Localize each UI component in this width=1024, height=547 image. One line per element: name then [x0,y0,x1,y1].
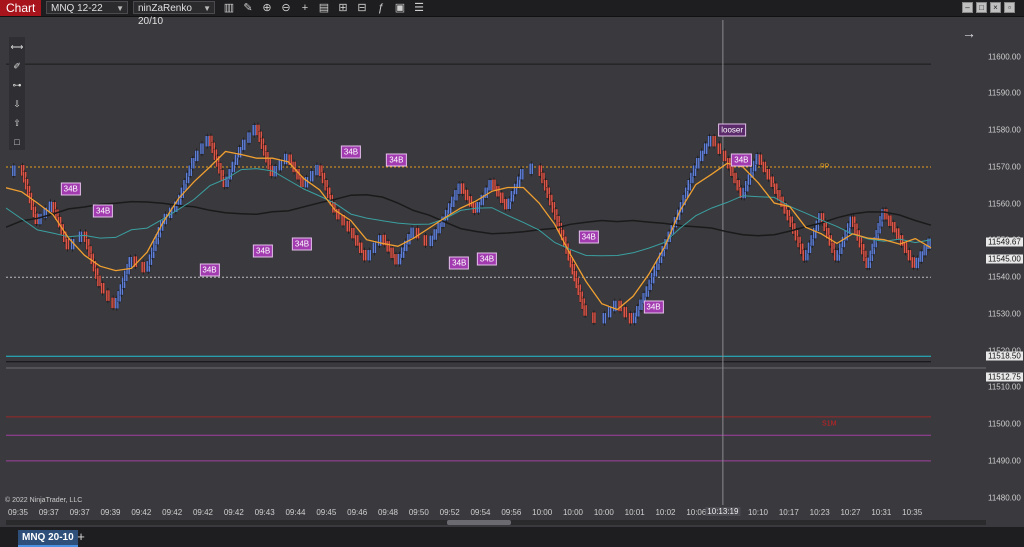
properties-icon[interactable]: ▤ [317,1,331,15]
time-tick-label: 09:43 [254,508,275,517]
price-tick-label: 11480.00 [988,493,1021,503]
time-tick-label: 10:23 [809,508,830,517]
price-tick-label: 11500.00 [988,419,1021,429]
ma-mid-line [6,168,932,257]
time-tick-label: 09:42 [162,508,183,517]
time-tick-label: 09:35 [7,508,29,517]
h-line-icon[interactable]: ⊶ [9,78,25,92]
scroll-right-icon[interactable]: → [962,25,976,41]
chevron-down-icon: ▼ [203,4,211,13]
time-tick-label: 10:10 [747,508,769,517]
signal-label: 34B [643,300,664,314]
maximize-button[interactable]: □ [976,2,987,13]
time-tick-label: 10:02 [655,508,676,517]
scrollbar-thumb[interactable] [447,520,511,525]
signal-label: 34B [253,244,274,258]
time-tick-label: 10:31 [871,508,892,517]
time-tick-label: 10:01 [624,508,645,517]
price-tag: 11545.00 [986,254,1023,264]
time-tick-label: 09:42 [131,508,152,517]
price-tick-label: 11560.00 [988,199,1021,209]
time-tick-label: 10:27 [840,508,861,517]
zoom-out-icon[interactable]: ⊖ [279,1,293,15]
strategies-icon[interactable]: ⊟ [355,1,369,15]
time-tick-label: 09:52 [439,508,460,517]
chart-annotation: PP [819,163,830,171]
price-tick-label: 11530.00 [988,309,1021,319]
arrow-down-icon[interactable]: ⇩ [9,97,25,111]
tab-bar: MNQ 20-10 + [0,527,1024,547]
pen-icon[interactable]: ✐ [9,59,25,73]
price-tick-label: 11510.00 [988,382,1021,392]
chart-toolbar: Chart MNQ 12-22 ▼ ninZaRenko 20/10 ▼ ▥ ✎… [0,0,1024,27]
signal-label: 34B [476,252,498,266]
zoom-in-icon[interactable]: ⊕ [260,1,274,15]
signal-label: 34B [93,204,114,218]
toggle-icon[interactable]: ☰ [412,1,426,15]
time-tick-label: 09:50 [408,508,429,517]
price-tick-label: 11580.00 [988,125,1021,135]
app-title: Chart [0,0,42,16]
templates-icon[interactable]: ⊞ [336,1,350,15]
time-tick-label: 10:00 [532,508,553,517]
time-tick-label: 09:37 [38,508,59,517]
arrow-up-icon[interactable]: ⇧ [9,116,25,130]
signal-label: 34B [199,263,220,277]
instrument-value: MNQ 12-22 [51,3,103,14]
time-tick-label: 09:48 [377,508,399,517]
time-tick-label: 09:54 [470,508,491,517]
signal-label: 34B [386,153,407,167]
drawing-toolbar: ⟷ ✐ ⊶ ⇩ ⇧ □ [9,37,25,150]
settings-button[interactable]: ▫ [1004,2,1015,13]
close-button[interactable]: × [990,2,1001,13]
bars-type-icon[interactable]: ▥ [222,1,236,15]
rectangle-icon[interactable]: □ [9,135,25,149]
price-tag: 11518.50 [986,351,1023,361]
signal-label: 34B [60,182,81,196]
copyright-text: © 2022 NinjaTrader, LLC [5,497,83,504]
cursor-time-tag: 10:13:19 [705,507,741,516]
instrument-selector[interactable]: MNQ 12-22 ▼ [46,1,128,14]
price-tick-label: 11540.00 [988,272,1021,282]
time-tick-label: 10:00 [562,508,584,517]
time-tick-label: 10:35 [902,508,923,517]
add-tab-button[interactable]: + [73,529,89,545]
time-tick-label: 09:56 [501,508,522,517]
time-tick-label: 09:39 [100,508,121,517]
horizontal-scrollbar[interactable] [6,520,986,525]
signal-label: 34B [449,256,470,269]
draw-icon[interactable]: ✎ [241,1,255,15]
time-tick-label: 09:37 [69,508,90,517]
signal-label: 34B [340,145,362,159]
time-tick-label: 09:42 [223,508,244,517]
time-axis[interactable]: 09:35 09:37 09:37 09:39 09:42 09:42 09:42 09:42… [0,506,1024,520]
price-tick-label: 11490.00 [988,456,1021,466]
time-tick-label: 10:00 [593,508,614,517]
price-tick-label: 11570.00 [988,162,1021,172]
price-axis[interactable]: 11600.00 11590.00 11580.00 11570.00 11560.00… [986,20,1024,505]
ruler-icon[interactable]: ⟷ [9,40,25,54]
time-tick-label: 09:46 [347,508,368,517]
chart-annotation: looser [718,123,747,137]
chevron-down-icon: ▼ [116,4,124,13]
minimize-button[interactable]: – [962,2,973,13]
indicators-icon[interactable]: ƒ [374,1,388,15]
time-tick-label: 09:45 [316,508,337,517]
time-tick-label: 09:44 [285,508,306,517]
data-box-icon[interactable]: ▣ [393,1,407,15]
bar-type-selector[interactable]: ninZaRenko 20/10 ▼ [133,1,215,27]
price-tick-label: 11590.00 [988,88,1021,98]
crosshair-icon[interactable]: + [298,1,312,15]
time-tick-label: 10:06 [686,508,707,517]
time-tick-label: 09:42 [192,508,214,517]
price-tag: 11512.75 [986,372,1023,382]
signal-label: 34B [578,230,599,244]
time-tick-label: 10:17 [778,508,799,517]
signal-label: 34B [731,153,752,167]
signal-label: 34B [291,237,313,251]
price-tag: 11549.67 [986,237,1023,247]
price-tick-label: 11600.00 [988,52,1021,62]
chart-annotation: S1M [822,420,837,428]
tab-mnq-20-10[interactable]: MNQ 20-10 [18,530,78,547]
